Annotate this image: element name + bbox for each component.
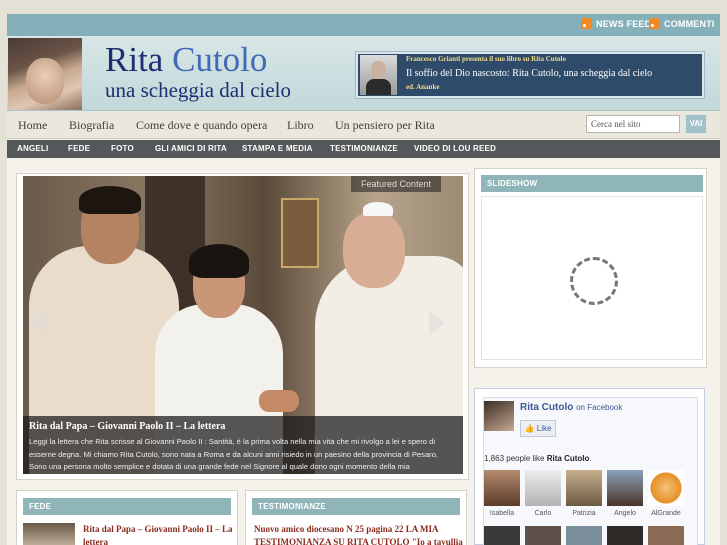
fan-avatar[interactable] — [525, 526, 561, 545]
promo-byline: Francesco Grianti presenta il suo libro … — [406, 55, 566, 63]
fede-post-thumbnail[interactable] — [23, 523, 75, 545]
fan-avatar[interactable] — [607, 470, 643, 506]
facebook-like-count: 1,863 people like Rita Cutolo. — [484, 454, 592, 463]
category-navigation: ANGELI FEDE FOTO GLI AMICI DI RITA STAMP… — [7, 140, 720, 158]
subnav-foto[interactable]: FOTO — [111, 144, 134, 153]
main-navigation: Home Biografia Come dove e quando opera … — [7, 111, 720, 139]
facebook-like-box: Rita Cutolo on Facebook 👍 Like 1,863 peo… — [474, 388, 705, 545]
promo-publisher: ed. Ananke — [406, 83, 440, 91]
top-bar: NEWS FEED COMMENTI — [7, 14, 720, 36]
fan-name[interactable]: AlGrande — [646, 510, 686, 517]
testimonianze-post-title[interactable]: Nuovo amico diocesano N 25 pagina 22 LA … — [254, 523, 464, 545]
testimonianze-heading: TESTIMONIANZE — [252, 498, 460, 515]
fan-avatar[interactable] — [648, 526, 684, 545]
featured-slider[interactable]: Featured Content Rita dal Papa – Giovann… — [23, 176, 463, 474]
page: NEWS FEED COMMENTI Rita Cutolo una scheg… — [7, 14, 720, 545]
fan-avatar[interactable] — [648, 470, 684, 506]
fede-widget: FEDE Rita dal Papa – Giovanni Paolo II –… — [16, 490, 238, 545]
nav-biografia[interactable]: Biografia — [69, 118, 114, 133]
fan-avatar[interactable] — [525, 470, 561, 506]
slideshow-widget: SLIDESHOW — [474, 168, 707, 368]
author-photo — [360, 55, 397, 95]
photo-detail — [363, 202, 393, 216]
photo-detail — [259, 390, 299, 412]
nav-libro[interactable]: Libro — [287, 118, 314, 133]
nav-un-pensiero[interactable]: Un pensiero per Rita — [335, 118, 435, 133]
testimonianze-widget: TESTIMONIANZE Nuovo amico diocesano N 25… — [245, 490, 467, 545]
subnav-angeli[interactable]: ANGELI — [17, 144, 48, 153]
featured-content-label: Featured Content — [351, 176, 441, 192]
news-feed-link[interactable]: NEWS FEED — [581, 18, 651, 29]
fan-avatar[interactable] — [607, 526, 643, 545]
photo-detail — [281, 198, 319, 268]
loading-spinner-icon — [570, 257, 618, 305]
book-promo-banner[interactable]: Francesco Grianti presenta il suo libro … — [355, 51, 705, 99]
header-portrait-image — [8, 38, 82, 110]
rss-icon — [649, 18, 660, 29]
facebook-like-button[interactable]: 👍 Like — [520, 420, 556, 437]
featured-caption: Rita dal Papa – Giovanni Paolo II – La l… — [23, 416, 463, 474]
search-button[interactable]: VAI — [686, 115, 706, 133]
photo-detail — [189, 244, 249, 278]
fan-avatar[interactable] — [484, 526, 520, 545]
subnav-video-lou-reed[interactable]: VIDEO DI LOU REED — [414, 144, 496, 153]
featured-excerpt: Leggi la lettera che Rita scrisse al Gio… — [29, 437, 439, 471]
search-input[interactable] — [586, 115, 680, 133]
site-header: Rita Cutolo una scheggia dal cielo Franc… — [7, 36, 720, 111]
featured-content-box: Featured Content Rita dal Papa – Giovann… — [16, 173, 469, 480]
slider-prev-arrow-icon[interactable] — [29, 310, 45, 336]
fan-avatar[interactable] — [566, 470, 602, 506]
rss-icon — [581, 18, 592, 29]
comments-feed-link[interactable]: COMMENTI — [649, 18, 715, 29]
facebook-page-name[interactable]: Rita Cutolo on Facebook — [520, 402, 622, 413]
nav-come-dove-quando[interactable]: Come dove e quando opera — [136, 118, 267, 133]
fan-name[interactable]: Patrizia — [564, 510, 604, 517]
facebook-widget-inner: Rita Cutolo on Facebook 👍 Like 1,863 peo… — [483, 397, 698, 545]
subnav-amici-di-rita[interactable]: GLI AMICI DI RITA — [155, 144, 227, 153]
nav-home[interactable]: Home — [18, 118, 47, 133]
facebook-page-thumbnail[interactable] — [484, 401, 514, 431]
subnav-fede[interactable]: FEDE — [68, 144, 90, 153]
fede-heading: FEDE — [23, 498, 231, 515]
site-subtitle: una scheggia dal cielo — [105, 78, 292, 102]
fan-name[interactable]: Angelo — [605, 510, 645, 517]
fan-name[interactable]: Carlo — [523, 510, 563, 517]
slider-next-arrow-icon[interactable] — [429, 310, 445, 336]
slideshow-frame[interactable] — [481, 196, 703, 360]
featured-title[interactable]: Rita dal Papa – Giovanni Paolo II – La l… — [29, 421, 457, 432]
subnav-stampa-media[interactable]: STAMPA E MEDIA — [242, 144, 313, 153]
site-title[interactable]: Rita Cutolo — [105, 40, 267, 80]
slideshow-heading: SLIDESHOW — [481, 175, 703, 192]
photo-detail — [343, 212, 405, 288]
promo-book-title: Il soffio del Dio nascosto: Rita Cutolo,… — [406, 68, 653, 79]
fan-avatar[interactable] — [484, 470, 520, 506]
photo-detail — [79, 186, 141, 214]
fan-avatar[interactable] — [566, 526, 602, 545]
fan-name[interactable]: Isabella — [482, 510, 522, 517]
fede-post-title[interactable]: Rita dal Papa – Giovanni Paolo II – La l… — [83, 523, 233, 545]
subnav-testimonianze[interactable]: TESTIMONIANZE — [330, 144, 398, 153]
